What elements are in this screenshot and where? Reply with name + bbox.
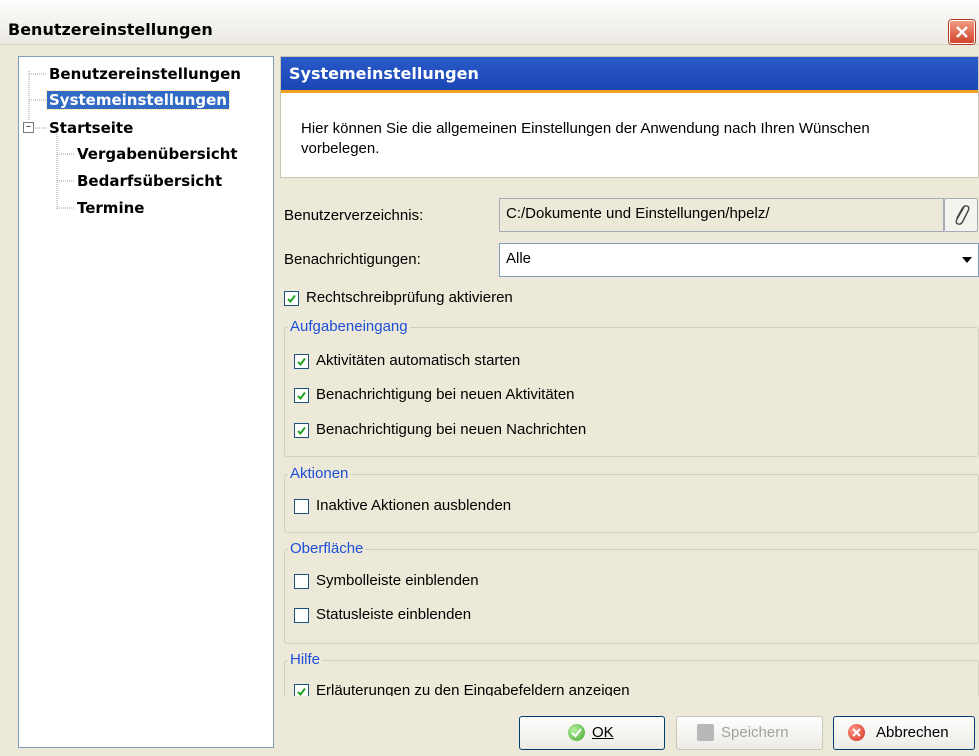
group-title-aufgabeneingang: Aufgabeneingang	[288, 318, 410, 335]
window-title: Benutzereinstellungen	[8, 20, 213, 39]
notifications-select[interactable]: Alle	[499, 243, 979, 277]
save-label: Speichern	[721, 724, 789, 741]
user-dir-field[interactable]: C:/Dokumente und Einstellungen/hpelz/	[499, 198, 944, 232]
checkbox-box[interactable]	[294, 574, 309, 589]
group-title-oberflaeche: Oberfläche	[288, 540, 366, 557]
group-title-hilfe: Hilfe	[288, 651, 323, 668]
checkmark-icon	[297, 426, 306, 436]
checkbox-label: Inaktive Aktionen ausblenden	[316, 497, 512, 514]
settings-content: Systemeinstellungen Hier können Sie die …	[280, 56, 979, 696]
panel-title: Systemeinstellungen	[289, 64, 479, 83]
checkbox-box[interactable]	[294, 684, 309, 696]
checkmark-icon	[287, 294, 296, 304]
tree-item-startseite[interactable]: Startseite	[49, 119, 133, 137]
checkbox-box[interactable]	[294, 354, 309, 369]
header-accent-line	[281, 90, 978, 93]
panel-header: Systemeinstellungen Hier können Sie die …	[280, 56, 979, 178]
tree-item-systemeinstellungen[interactable]: Systemeinstellungen	[46, 90, 230, 110]
checkbox-box[interactable]	[294, 499, 309, 514]
check-circle-icon	[568, 724, 585, 741]
panel-title-bar: Systemeinstellungen	[281, 57, 978, 90]
notifications-value: Alle	[506, 250, 532, 267]
browse-button[interactable]	[944, 198, 978, 232]
chevron-down-icon	[962, 257, 972, 263]
checkbox-label: Symbolleiste einblenden	[316, 572, 479, 589]
checkmark-icon	[297, 687, 306, 696]
tree-collapse-icon[interactable]: –	[23, 122, 34, 133]
save-button[interactable]: Speichern	[676, 716, 823, 750]
checkbox-label: Benachrichtigung bei neuen Aktivitäten	[316, 386, 575, 403]
settings-tree: – Benutzereinstellungen Systemeinstellun…	[18, 56, 274, 748]
tree-item-vergabenuebersicht[interactable]: Vergabenübersicht	[77, 145, 238, 163]
cancel-button[interactable]: Abbrechen	[833, 716, 975, 750]
tree-item-bedarfsuebersicht[interactable]: Bedarfsübersicht	[77, 172, 222, 190]
notifications-label: Benachrichtigungen:	[284, 251, 421, 268]
panel-description: Hier können Sie die allgemeinen Einstell…	[301, 120, 870, 157]
save-disk-icon	[697, 724, 714, 741]
cancel-label: Abbrechen	[876, 724, 949, 741]
checkbox-label: Benachrichtigung bei neuen Nachrichten	[316, 421, 587, 438]
cancel-x-icon	[848, 724, 865, 741]
user-dir-value: C:/Dokumente und Einstellungen/hpelz/	[506, 205, 770, 222]
checkbox-box[interactable]	[294, 388, 309, 403]
paperclip-icon	[955, 205, 970, 225]
user-dir-label: Benutzerverzeichnis:	[284, 207, 424, 224]
tree-item-termine[interactable]: Termine	[77, 199, 144, 217]
checkbox-box[interactable]	[294, 423, 309, 438]
group-title-aktionen: Aktionen	[288, 465, 351, 482]
ok-label: OK	[592, 724, 614, 741]
checkbox-label: Statusleiste einblenden	[316, 606, 472, 623]
title-bar: Benutzereinstellungen	[0, 0, 979, 45]
checkbox-label: Rechtschreibprüfung aktivieren	[306, 289, 513, 306]
close-icon	[956, 26, 968, 38]
ok-button[interactable]: OK	[519, 716, 665, 750]
checkbox-box[interactable]	[284, 291, 299, 306]
checkbox-label: Aktivitäten automatisch starten	[316, 352, 521, 369]
settings-window: Benutzereinstellungen – Benutzereinstell…	[0, 0, 979, 756]
group-oberflaeche	[284, 549, 979, 644]
checkmark-icon	[297, 357, 306, 367]
checkbox-label: Erläuterungen zu den Eingabefeldern anze…	[316, 682, 630, 696]
tree-item-benutzereinstellungen[interactable]: Benutzereinstellungen	[49, 65, 241, 83]
checkbox-box[interactable]	[294, 608, 309, 623]
close-button[interactable]	[949, 20, 975, 44]
checkmark-icon	[297, 391, 306, 401]
